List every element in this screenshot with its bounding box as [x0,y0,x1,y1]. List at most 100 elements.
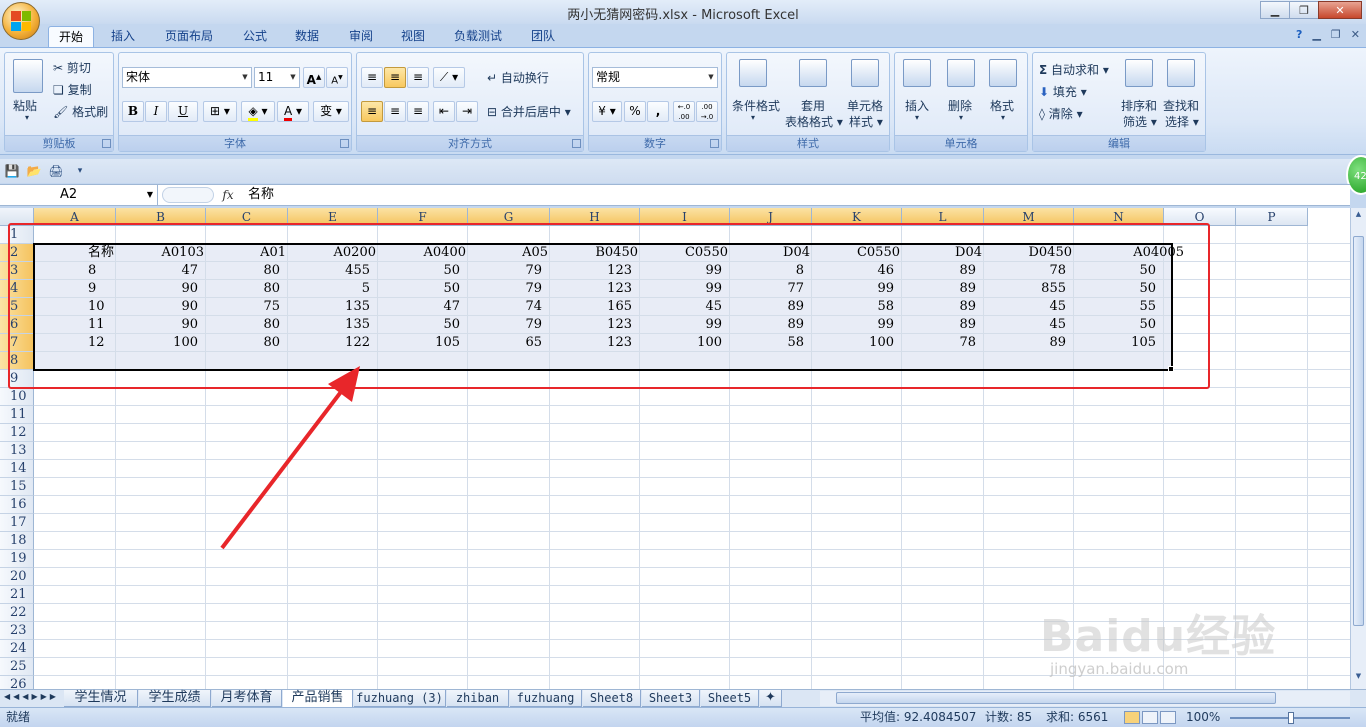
row-header[interactable]: 26 [0,676,34,689]
align-center-button[interactable]: ≡ [384,101,406,122]
row-header[interactable]: 23 [0,622,34,640]
scroll-up-icon[interactable]: ▲ [1352,210,1365,224]
font-name-combo[interactable]: 宋体 ▼ [122,67,252,88]
sheet-tab[interactable]: zhiban [447,690,509,707]
sheet-nav-buttons[interactable]: ◀◀◀▶▶▶ [4,692,59,701]
ribbon-close-icon[interactable]: ✕ [1351,28,1360,41]
conditional-formatting-button[interactable]: 条件格式 [732,97,780,114]
close-button[interactable]: ✕ [1318,1,1362,19]
conditional-formatting-icon[interactable] [739,59,767,87]
row-header[interactable]: 15 [0,478,34,496]
normal-view-button[interactable] [1124,711,1140,724]
row-header[interactable]: 16 [0,496,34,514]
align-middle-button[interactable]: ≡ [384,67,406,88]
row-header[interactable]: 19 [0,550,34,568]
number-format-combo[interactable]: 常规 ▼ [592,67,718,88]
vertical-scrollbar[interactable]: ▲ ▼ [1350,208,1366,689]
insert-cells-icon[interactable] [903,59,931,87]
name-box[interactable]: A2 ▼ [0,185,158,205]
restore-button[interactable]: ❐ [1289,1,1319,19]
font-size-combo[interactable]: 11 ▼ [254,67,300,88]
increase-indent-button[interactable]: ⇥ [456,101,478,122]
delete-cells-button[interactable]: 删除 [948,97,972,114]
customize-qat-icon[interactable]: ▾ [72,163,88,179]
currency-button[interactable]: ¥ ▾ [592,101,622,122]
tab-formulas[interactable]: 公式 [232,26,278,48]
sort-filter-button[interactable]: 筛选 ▾ [1123,113,1157,130]
sheet-tab[interactable]: 产品销售 [283,690,353,707]
page-layout-view-button[interactable] [1142,711,1158,724]
row-header[interactable]: 24 [0,640,34,658]
save-icon[interactable]: 💾 [4,163,20,179]
format-cells-icon[interactable] [989,59,1017,87]
vertical-scroll-thumb[interactable] [1353,236,1364,626]
row-header[interactable]: 17 [0,514,34,532]
shrink-font-button[interactable]: A▼ [326,67,348,88]
clear-button[interactable]: ◊ 清除 ▾ [1039,105,1083,122]
help-icon[interactable]: ? [1296,28,1302,41]
row-header[interactable]: 20 [0,568,34,586]
tab-review[interactable]: 审阅 [338,26,384,48]
format-as-table-label-1[interactable]: 套用 [801,97,825,114]
row-header[interactable]: 21 [0,586,34,604]
insert-sheet-icon[interactable]: ✦ [760,690,782,707]
clipboard-launcher-icon[interactable] [102,139,111,148]
find-select-label-1[interactable]: 查找和 [1163,97,1199,114]
phonetic-button[interactable]: 变 ▾ [313,101,349,122]
sheet-tab[interactable]: Sheet3 [642,690,700,707]
delete-dropdown-icon[interactable]: ▾ [959,113,963,122]
alignment-launcher-icon[interactable] [572,139,581,148]
row-header[interactable]: 13 [0,442,34,460]
tab-team[interactable]: 团队 [520,26,566,48]
sheet-tab[interactable]: 月考体育 [212,690,282,707]
paste-icon[interactable] [13,59,43,93]
fill-button[interactable]: ⬇ 填充 ▾ [1039,83,1087,100]
percent-button[interactable]: % [624,101,646,122]
row-header[interactable]: 25 [0,658,34,676]
format-cells-button[interactable]: 格式 [990,97,1014,114]
insert-cells-button[interactable]: 插入 [905,97,929,114]
sort-filter-icon[interactable] [1125,59,1153,87]
underline-button[interactable]: U [168,101,198,122]
number-launcher-icon[interactable] [710,139,719,148]
ribbon-minimize-icon[interactable]: ▁ [1312,28,1320,41]
align-left-button[interactable]: ≡ [361,101,383,122]
office-button[interactable] [2,2,40,40]
decrease-decimal-button[interactable]: .00 →.0 [696,101,718,122]
autosum-button[interactable]: Σ 自动求和 ▾ [1039,61,1109,78]
insert-function-button[interactable]: fx [218,185,238,205]
sheet-tab[interactable]: 学生成绩 [139,690,211,707]
row-header[interactable]: 18 [0,532,34,550]
row-header[interactable]: 14 [0,460,34,478]
format-painter-button[interactable]: 🖌 格式刷 [53,103,108,120]
zoom-level[interactable]: 100% [1186,708,1220,727]
align-right-button[interactable]: ≡ [407,101,429,122]
paste-dropdown-icon[interactable]: ▾ [25,113,29,122]
align-top-button[interactable]: ≡ [361,67,383,88]
tab-insert[interactable]: 插入 [100,26,146,48]
sheet-tab[interactable]: Sheet8 [583,690,641,707]
align-bottom-button[interactable]: ≡ [407,67,429,88]
italic-button[interactable]: I [145,101,167,122]
format-dropdown-icon[interactable]: ▾ [1001,113,1005,122]
binoculars-icon[interactable] [1167,59,1195,87]
delete-cells-icon[interactable] [947,59,975,87]
ribbon-restore-icon[interactable]: ❐ [1331,28,1341,41]
zoom-slider-knob[interactable] [1288,712,1294,724]
font-color-button[interactable]: A ▾ [277,101,309,122]
open-icon[interactable]: 📂 [26,163,42,179]
row-header[interactable]: 22 [0,604,34,622]
increase-decimal-button[interactable]: ←.0 .00 [673,101,695,122]
tab-home[interactable]: 开始 [48,26,94,48]
page-break-view-button[interactable] [1160,711,1176,724]
cut-button[interactable]: ✂ 剪切 [53,59,91,76]
format-as-table-icon[interactable] [799,59,827,87]
fill-color-button[interactable]: ◈ ▾ [241,101,275,122]
cell-styles-icon[interactable] [851,59,879,87]
row-header[interactable]: 10 [0,388,34,406]
horizontal-scroll-thumb[interactable] [836,692,1276,704]
borders-button[interactable]: ⊞ ▾ [203,101,237,122]
bold-button[interactable]: B [122,101,144,122]
row-header[interactable]: 12 [0,424,34,442]
minimize-button[interactable]: ▁ [1260,1,1290,19]
